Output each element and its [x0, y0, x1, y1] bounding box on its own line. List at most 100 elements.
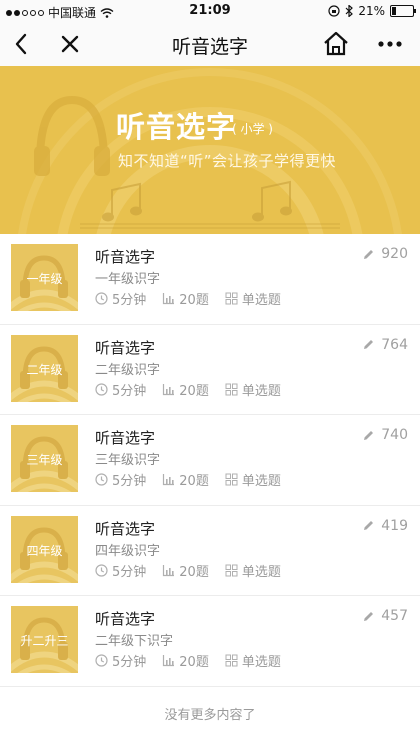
attempt-count-text: 764 [381, 336, 408, 353]
item-subtitle: 一年级识字 [95, 272, 161, 287]
banner: 听音选字 ( 小学 ) 知不知道“听”会让孩子学得更快 [0, 66, 420, 234]
item-title: 听音选字 [95, 429, 156, 447]
item-subtitle: 三年级识字 [95, 453, 161, 468]
item-thumbnail: 四年级 [11, 515, 78, 583]
thumbnail-label: 升二升三 [20, 634, 69, 648]
attempt-count: 920 [362, 246, 408, 262]
duration-text: 5分钟 [112, 474, 147, 489]
list-item[interactable]: 四年级 听音选字 四年级识字 5分钟 20题 单选题 419 [0, 506, 420, 596]
question-type-text: 单选题 [241, 655, 281, 670]
orientation-lock-icon [328, 5, 340, 17]
list-item[interactable]: 一年级 听音选字 一年级识字 5分钟 20题 单选题 920 [0, 234, 420, 325]
question-count-text: 20题 [179, 293, 209, 308]
thumbnail-label: 一年级 [26, 272, 63, 286]
pencil-icon [364, 430, 374, 440]
pencil-icon [364, 521, 374, 530]
item-meta: 5分钟 20题 单选题 [95, 380, 297, 399]
item-subtitle: 四年级识字 [95, 543, 161, 559]
bar-chart-icon [163, 564, 175, 576]
item-title: 听音选字 [95, 338, 156, 357]
question-count: 20题 [162, 380, 209, 399]
battery-percent: 21% [358, 4, 385, 18]
question-type: 单选题 [225, 289, 281, 308]
duration-text: 5分钟 [112, 383, 147, 399]
attempt-count-text: 920 [381, 246, 408, 262]
question-count: 20题 [162, 289, 209, 308]
question-count-text: 20题 [179, 564, 209, 580]
question-count-text: 20题 [179, 655, 209, 670]
question-type: 单选题 [225, 561, 281, 580]
duration: 5分钟 [95, 289, 146, 308]
question-type-text: 单选题 [241, 383, 281, 399]
thumbnail-label: 二年级 [26, 362, 63, 377]
item-thumbnail: 二年级 [11, 334, 78, 402]
item-title: 听音选字 [95, 248, 156, 266]
bar-chart-icon [163, 293, 175, 305]
item-thumbnail: 一年级 [11, 244, 78, 311]
battery-icon [390, 5, 416, 17]
item-meta: 5分钟 20题 单选题 [95, 561, 297, 580]
clock-icon [95, 382, 108, 396]
bluetooth-icon [345, 5, 354, 17]
attempt-count: 740 [362, 427, 408, 443]
question-count-text: 20题 [179, 474, 209, 489]
question-type-text: 单选题 [241, 474, 281, 489]
item-title: 听音选字 [95, 610, 156, 628]
list-item[interactable]: 升二升三 听音选字 二年级下识字 5分钟 20题 单选题 457 [0, 596, 420, 687]
item-subtitle: 二年级识字 [95, 362, 161, 378]
question-count-text: 20题 [179, 383, 209, 399]
attempt-count: 764 [362, 337, 408, 353]
item-meta: 5分钟 20题 单选题 [95, 470, 297, 489]
quiz-list: 一年级 听音选字 一年级识字 5分钟 20题 单选题 920 二年级 听音选字 … [0, 234, 420, 687]
grid-icon [225, 473, 238, 486]
more-button[interactable] [376, 30, 404, 58]
question-type: 单选题 [225, 470, 281, 489]
clock-icon [95, 563, 108, 577]
clock-icon [95, 292, 108, 305]
home-button[interactable] [322, 30, 350, 58]
duration-text: 5分钟 [112, 564, 147, 580]
item-meta: 5分钟 20题 单选题 [95, 651, 297, 670]
more-icon [378, 41, 402, 47]
item-title: 听音选字 [95, 519, 156, 538]
grid-icon [225, 654, 238, 667]
clock-icon [95, 473, 108, 486]
banner-subtitle: 知不知道“听”会让孩子学得更快 [118, 152, 337, 170]
question-count: 20题 [162, 561, 209, 580]
list-item[interactable]: 二年级 听音选字 二年级识字 5分钟 20题 单选题 764 [0, 325, 420, 415]
question-type-text: 单选题 [241, 293, 281, 308]
home-icon [324, 31, 348, 56]
item-thumbnail: 三年级 [11, 425, 78, 492]
question-count: 20题 [162, 651, 209, 670]
item-subtitle: 二年级下识字 [95, 634, 174, 649]
duration-text: 5分钟 [112, 655, 147, 670]
duration: 5分钟 [95, 651, 146, 670]
pencil-icon [364, 340, 374, 349]
duration: 5分钟 [95, 380, 146, 399]
item-thumbnail: 升二升三 [11, 606, 78, 673]
pencil-icon [364, 249, 374, 259]
clock-icon [95, 654, 108, 667]
duration: 5分钟 [95, 470, 146, 489]
question-type-text: 单选题 [241, 564, 281, 580]
thumbnail-label: 三年级 [26, 453, 63, 467]
list-item[interactable]: 三年级 听音选字 三年级识字 5分钟 20题 单选题 740 [0, 415, 420, 506]
attempt-count-text: 740 [381, 427, 408, 443]
nav-bar: 听音选字 [0, 22, 420, 67]
pencil-icon [364, 611, 374, 621]
duration-text: 5分钟 [112, 293, 147, 308]
question-count: 20题 [162, 470, 209, 489]
duration: 5分钟 [95, 561, 146, 580]
banner-level-tag: ( 小学 ) [232, 122, 273, 136]
item-meta: 5分钟 20题 单选题 [95, 289, 297, 308]
bar-chart-icon [163, 655, 175, 667]
status-bar: 中国联通 21:09 21% [0, 0, 420, 22]
page-title: 听音选字 [171, 36, 248, 58]
attempt-count-text: 457 [381, 608, 408, 624]
end-of-list-note: 没有更多内容了 [164, 708, 256, 723]
question-type: 单选题 [225, 651, 281, 670]
bar-chart-icon [163, 474, 175, 486]
grid-icon [225, 383, 238, 395]
bar-chart-icon [163, 383, 175, 395]
grid-icon [225, 564, 238, 576]
